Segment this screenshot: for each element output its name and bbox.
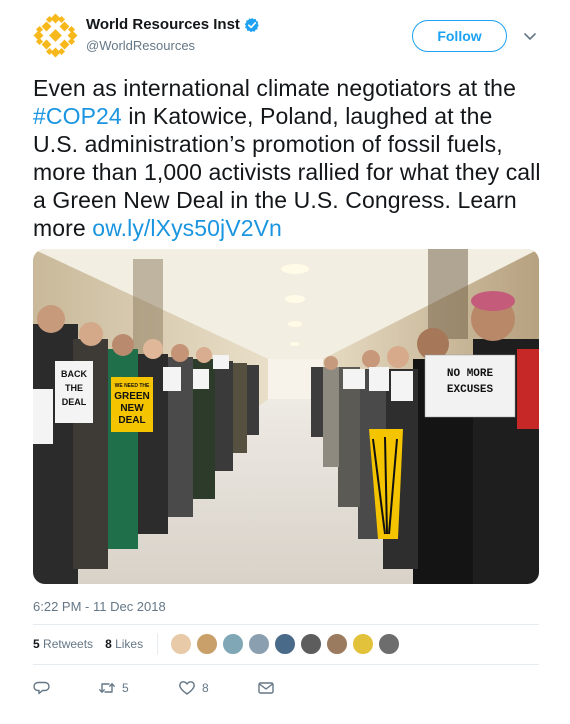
reply-icon [33,681,50,695]
sign-text: DEAL [62,397,87,407]
tweet-text-part: Even as international climate negotiator… [33,75,516,101]
hashtag-link[interactable]: #COP24 [33,103,122,129]
heart-icon [179,681,195,695]
tweet-photo[interactable]: WE NEED THE GREEN NEW DEAL BACK THE DEAL… [33,249,539,584]
liker-avatar[interactable] [274,633,297,655]
retweets-label: Retweets [43,637,94,651]
liker-avatar[interactable] [378,633,401,655]
sign-text: WE NEED THE [115,383,150,389]
divider [33,664,539,665]
stats-row: 5 Retweets 8 Likes [33,630,404,658]
likes-count: 8 [105,637,112,651]
retweets-stat[interactable]: 5 Retweets [33,637,93,651]
avatar[interactable] [33,13,78,58]
sign-text: DEAL [118,415,145,426]
sign-text: GREEN [114,391,150,402]
liker-avatar[interactable] [196,633,219,655]
liker-avatar[interactable] [326,633,349,655]
like-button[interactable]: 8 [178,679,257,697]
liker-avatar[interactable] [300,633,323,655]
follow-button[interactable]: Follow [412,20,507,52]
retweet-button[interactable]: 5 [98,679,178,697]
liker-avatar[interactable] [248,633,271,655]
sign-text: THE [65,383,83,393]
liker-avatar[interactable] [170,633,193,655]
user-handle[interactable]: @WorldResources [86,38,195,53]
sign-text: NO MORE [447,368,494,380]
stats-separator [157,633,159,655]
retweets-count: 5 [33,637,40,651]
likers-avatars [170,633,404,655]
direct-message-button[interactable] [257,679,275,697]
name-row: World Resources Inst [86,16,260,33]
retweet-icon [99,683,115,693]
hallway-photo-illustration: WE NEED THE GREEN NEW DEAL BACK THE DEAL… [33,249,539,584]
tweet-actions: 5 8 [33,678,275,698]
liker-avatar[interactable] [222,633,245,655]
wri-logo-icon [33,13,78,58]
like-count: 8 [202,681,209,695]
verified-badge-icon [244,17,260,33]
timestamp[interactable]: 6:22 PM - 11 Dec 2018 [33,599,166,614]
liker-avatar[interactable] [352,633,375,655]
sign-text: EXCUSES [447,384,494,396]
sign-text: BACK [61,369,87,379]
reply-button[interactable] [33,679,98,697]
retweet-count: 5 [122,681,129,695]
likes-stat[interactable]: 8 Likes [105,637,143,651]
sign-text: NEW [120,403,144,414]
chevron-down-icon[interactable] [522,28,538,44]
likes-label: Likes [115,637,144,651]
envelope-icon [258,682,274,694]
url-link[interactable]: ow.ly/lXys50jV2Vn [92,215,282,241]
display-name[interactable]: World Resources Inst [86,16,240,33]
tweet-text: Even as international climate negotiator… [33,74,543,242]
divider [33,624,539,625]
